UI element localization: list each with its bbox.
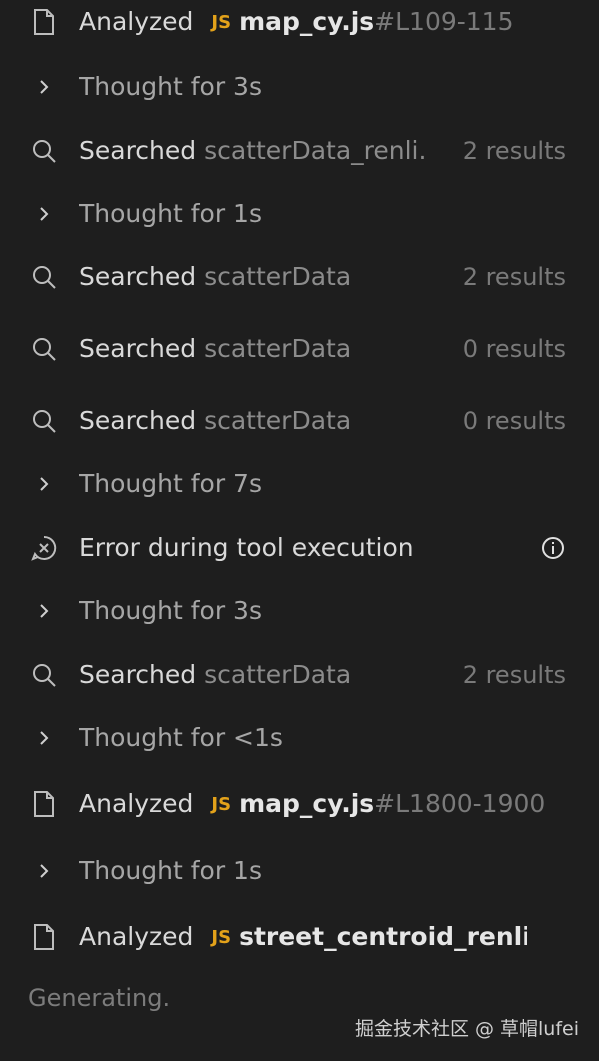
error-circle-icon bbox=[30, 534, 58, 562]
thought-step[interactable]: Thought for 7s bbox=[0, 462, 599, 506]
file-icon bbox=[30, 8, 58, 36]
error-step[interactable]: Error during tool execution bbox=[0, 526, 599, 570]
search-step[interactable]: Searched scatterData 2 results bbox=[0, 653, 599, 697]
analyzed-step[interactable]: Analyzed JS map_cy.js#L1800-1900 bbox=[0, 782, 599, 826]
result-count: 0 results bbox=[462, 335, 566, 363]
result-count: 2 results bbox=[462, 661, 566, 689]
chevron-right-icon bbox=[30, 73, 58, 101]
search-step[interactable]: Searched scatterData_renli... 2 results bbox=[0, 129, 599, 173]
js-badge: JS bbox=[211, 926, 232, 948]
thought-step[interactable]: Thought for 3s bbox=[0, 589, 599, 633]
chevron-right-icon bbox=[30, 470, 58, 498]
result-count: 0 results bbox=[462, 407, 566, 435]
info-icon[interactable] bbox=[541, 536, 565, 560]
js-badge: JS bbox=[211, 11, 232, 33]
search-icon bbox=[30, 407, 58, 435]
search-step[interactable]: Searched scatterData 0 results bbox=[0, 327, 599, 371]
search-icon bbox=[30, 263, 58, 291]
file-link[interactable]: map_cy.js bbox=[239, 7, 374, 36]
search-step[interactable]: Searched scatterData 0 results bbox=[0, 399, 599, 443]
file-link[interactable]: map_cy.js bbox=[239, 789, 374, 818]
result-count: 2 results bbox=[462, 137, 566, 165]
chevron-right-icon bbox=[30, 200, 58, 228]
chevron-right-icon bbox=[30, 857, 58, 885]
analyzed-step[interactable]: Analyzed JS map_cy.js#L109-115 bbox=[0, 0, 599, 44]
thought-step[interactable]: Thought for 3s bbox=[0, 65, 599, 109]
step-text: Analyzed JS map_cy.js#L109-115 bbox=[79, 6, 514, 36]
search-step[interactable]: Searched scatterData 2 results bbox=[0, 255, 599, 299]
analyzed-step[interactable]: AnalyzedJSstreet_centroid_renliziyu bbox=[0, 915, 599, 959]
js-badge: JS bbox=[211, 793, 232, 815]
file-link[interactable]: street_centroid_renliziyu bbox=[239, 922, 527, 951]
thought-step[interactable]: Thought for 1s bbox=[0, 192, 599, 236]
search-icon bbox=[30, 335, 58, 363]
search-icon bbox=[30, 137, 58, 165]
chevron-right-icon bbox=[30, 724, 58, 752]
result-count: 2 results bbox=[462, 263, 566, 291]
thought-step[interactable]: Thought for <1s bbox=[0, 716, 599, 760]
search-icon bbox=[30, 661, 58, 689]
thought-step[interactable]: Thought for 1s bbox=[0, 849, 599, 893]
file-icon bbox=[30, 790, 58, 818]
generating-status: Generating. bbox=[28, 984, 171, 1012]
watermark: 掘金技术社区 @ 草帽lufei bbox=[354, 1018, 579, 1040]
file-icon bbox=[30, 923, 58, 951]
chevron-right-icon bbox=[30, 597, 58, 625]
